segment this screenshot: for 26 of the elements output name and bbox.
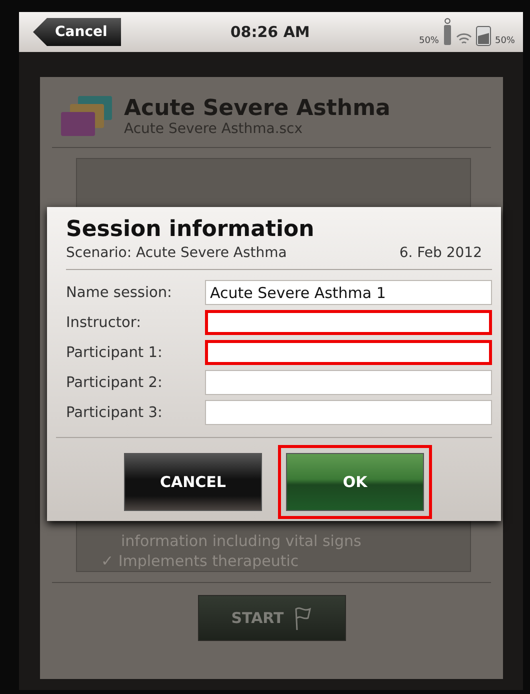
field-label: Name session: xyxy=(66,284,173,300)
input-field[interactable]: Acute Severe Asthma 1 xyxy=(205,280,492,305)
clock-time: 08:26 AM xyxy=(229,23,311,41)
wifi-icon xyxy=(456,32,472,46)
field-label: Participant 2: xyxy=(66,374,164,390)
cancel-back-button[interactable]: Cancel xyxy=(33,18,122,46)
input-field[interactable] xyxy=(205,400,492,425)
scenario-title: Acute Severe Asthma xyxy=(124,96,390,120)
scenario-filename: Acute Severe Asthma.scx xyxy=(124,120,304,136)
field-label: Participant 3: xyxy=(66,404,164,420)
scenario-label: Scenario: Acute Severe Asthma xyxy=(66,245,287,261)
battery-reading: 50% xyxy=(494,36,515,46)
field-label: Participant 1: xyxy=(66,344,164,360)
input-field[interactable] xyxy=(205,340,492,365)
stacked-cards-icon xyxy=(60,95,114,137)
manikin-icon xyxy=(442,18,452,46)
battery-icon xyxy=(476,26,491,46)
flag-icon xyxy=(294,605,312,631)
input-field[interactable] xyxy=(205,310,492,335)
field-label: Instructor: xyxy=(66,314,142,330)
input-field[interactable] xyxy=(205,370,492,395)
dialog-title: Session information xyxy=(66,217,316,242)
battery-reading: 50% xyxy=(418,36,439,46)
cancel-button[interactable]: CANCEL xyxy=(124,453,262,511)
session-date: 6. Feb 2012 xyxy=(399,245,482,261)
ok-button[interactable]: OK xyxy=(286,453,424,511)
